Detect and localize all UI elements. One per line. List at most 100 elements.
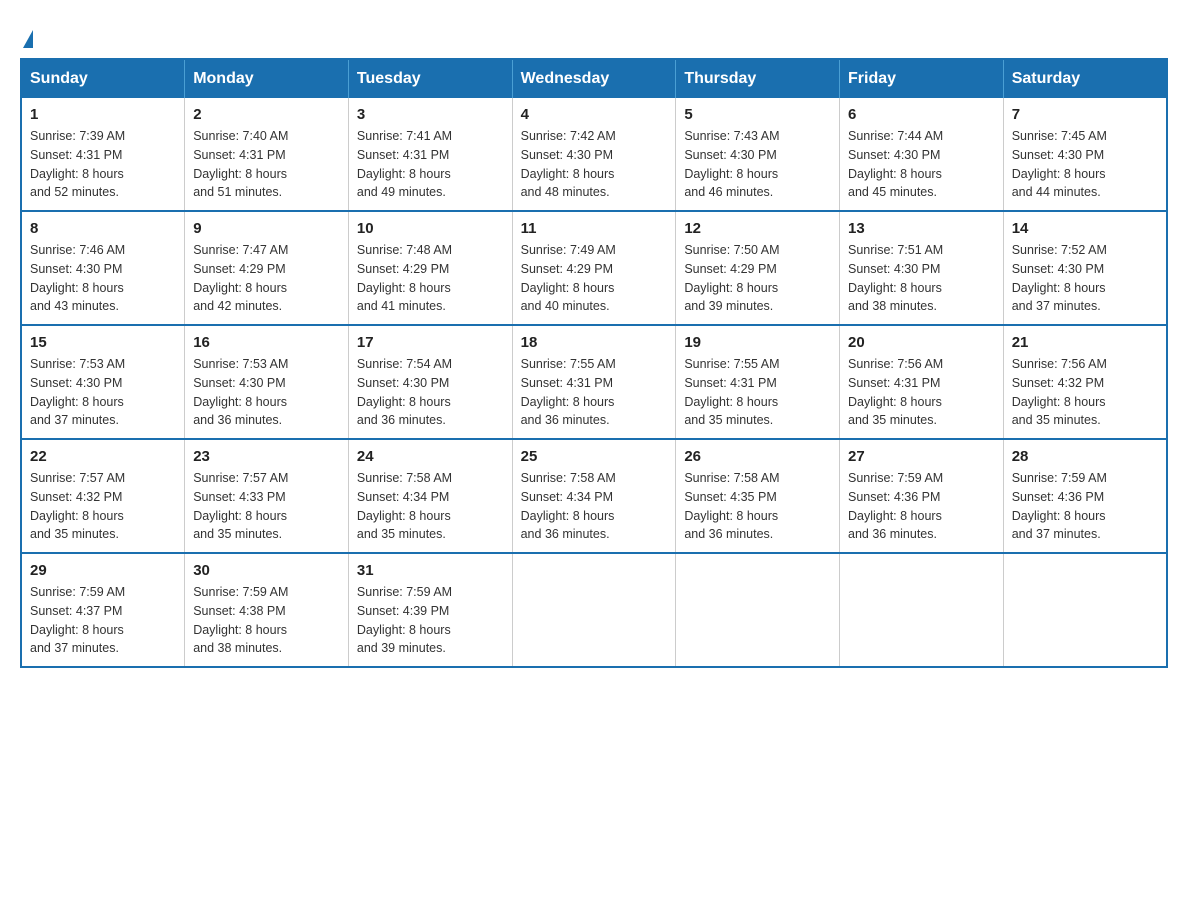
day-number: 23 <box>193 448 340 465</box>
calendar-cell <box>1003 553 1167 667</box>
calendar-cell: 12 Sunrise: 7:50 AMSunset: 4:29 PMDaylig… <box>676 211 840 325</box>
day-info: Sunrise: 7:52 AMSunset: 4:30 PMDaylight:… <box>1012 241 1158 316</box>
day-info: Sunrise: 7:50 AMSunset: 4:29 PMDaylight:… <box>684 241 831 316</box>
day-number: 19 <box>684 334 831 351</box>
day-number: 12 <box>684 220 831 237</box>
calendar-cell <box>840 553 1004 667</box>
calendar-week-row: 22 Sunrise: 7:57 AMSunset: 4:32 PMDaylig… <box>21 439 1167 553</box>
day-number: 9 <box>193 220 340 237</box>
calendar-cell: 11 Sunrise: 7:49 AMSunset: 4:29 PMDaylig… <box>512 211 676 325</box>
calendar-cell: 18 Sunrise: 7:55 AMSunset: 4:31 PMDaylig… <box>512 325 676 439</box>
day-number: 27 <box>848 448 995 465</box>
day-info: Sunrise: 7:48 AMSunset: 4:29 PMDaylight:… <box>357 241 504 316</box>
calendar-cell: 29 Sunrise: 7:59 AMSunset: 4:37 PMDaylig… <box>21 553 185 667</box>
day-header-friday: Friday <box>840 59 1004 98</box>
day-header-thursday: Thursday <box>676 59 840 98</box>
day-number: 26 <box>684 448 831 465</box>
day-info: Sunrise: 7:56 AMSunset: 4:32 PMDaylight:… <box>1012 355 1158 430</box>
day-number: 14 <box>1012 220 1158 237</box>
calendar-cell: 14 Sunrise: 7:52 AMSunset: 4:30 PMDaylig… <box>1003 211 1167 325</box>
calendar-cell: 15 Sunrise: 7:53 AMSunset: 4:30 PMDaylig… <box>21 325 185 439</box>
page-header <box>20 20 1168 48</box>
day-info: Sunrise: 7:51 AMSunset: 4:30 PMDaylight:… <box>848 241 995 316</box>
day-number: 18 <box>521 334 668 351</box>
day-info: Sunrise: 7:58 AMSunset: 4:35 PMDaylight:… <box>684 469 831 544</box>
day-info: Sunrise: 7:45 AMSunset: 4:30 PMDaylight:… <box>1012 127 1158 202</box>
calendar-cell: 17 Sunrise: 7:54 AMSunset: 4:30 PMDaylig… <box>348 325 512 439</box>
day-info: Sunrise: 7:39 AMSunset: 4:31 PMDaylight:… <box>30 127 176 202</box>
day-number: 21 <box>1012 334 1158 351</box>
calendar-cell: 24 Sunrise: 7:58 AMSunset: 4:34 PMDaylig… <box>348 439 512 553</box>
day-info: Sunrise: 7:58 AMSunset: 4:34 PMDaylight:… <box>357 469 504 544</box>
day-number: 31 <box>357 562 504 579</box>
day-number: 7 <box>1012 106 1158 123</box>
day-number: 30 <box>193 562 340 579</box>
day-info: Sunrise: 7:56 AMSunset: 4:31 PMDaylight:… <box>848 355 995 430</box>
day-info: Sunrise: 7:59 AMSunset: 4:37 PMDaylight:… <box>30 583 176 658</box>
day-number: 24 <box>357 448 504 465</box>
calendar-cell: 4 Sunrise: 7:42 AMSunset: 4:30 PMDayligh… <box>512 98 676 211</box>
calendar-cell: 25 Sunrise: 7:58 AMSunset: 4:34 PMDaylig… <box>512 439 676 553</box>
calendar-cell: 8 Sunrise: 7:46 AMSunset: 4:30 PMDayligh… <box>21 211 185 325</box>
day-number: 16 <box>193 334 340 351</box>
logo <box>20 20 33 48</box>
day-info: Sunrise: 7:46 AMSunset: 4:30 PMDaylight:… <box>30 241 176 316</box>
day-info: Sunrise: 7:44 AMSunset: 4:30 PMDaylight:… <box>848 127 995 202</box>
day-number: 8 <box>30 220 176 237</box>
calendar-cell: 1 Sunrise: 7:39 AMSunset: 4:31 PMDayligh… <box>21 98 185 211</box>
day-info: Sunrise: 7:40 AMSunset: 4:31 PMDaylight:… <box>193 127 340 202</box>
day-number: 17 <box>357 334 504 351</box>
day-info: Sunrise: 7:59 AMSunset: 4:39 PMDaylight:… <box>357 583 504 658</box>
calendar-week-row: 8 Sunrise: 7:46 AMSunset: 4:30 PMDayligh… <box>21 211 1167 325</box>
day-info: Sunrise: 7:57 AMSunset: 4:32 PMDaylight:… <box>30 469 176 544</box>
calendar-cell: 10 Sunrise: 7:48 AMSunset: 4:29 PMDaylig… <box>348 211 512 325</box>
day-info: Sunrise: 7:59 AMSunset: 4:38 PMDaylight:… <box>193 583 340 658</box>
day-number: 15 <box>30 334 176 351</box>
calendar-week-row: 1 Sunrise: 7:39 AMSunset: 4:31 PMDayligh… <box>21 98 1167 211</box>
calendar-cell: 5 Sunrise: 7:43 AMSunset: 4:30 PMDayligh… <box>676 98 840 211</box>
calendar-cell: 30 Sunrise: 7:59 AMSunset: 4:38 PMDaylig… <box>185 553 349 667</box>
day-number: 13 <box>848 220 995 237</box>
day-info: Sunrise: 7:54 AMSunset: 4:30 PMDaylight:… <box>357 355 504 430</box>
day-info: Sunrise: 7:58 AMSunset: 4:34 PMDaylight:… <box>521 469 668 544</box>
logo-triangle-icon <box>23 30 33 48</box>
calendar-cell: 21 Sunrise: 7:56 AMSunset: 4:32 PMDaylig… <box>1003 325 1167 439</box>
day-number: 22 <box>30 448 176 465</box>
day-number: 3 <box>357 106 504 123</box>
calendar-cell <box>512 553 676 667</box>
calendar-cell: 26 Sunrise: 7:58 AMSunset: 4:35 PMDaylig… <box>676 439 840 553</box>
calendar-cell: 16 Sunrise: 7:53 AMSunset: 4:30 PMDaylig… <box>185 325 349 439</box>
calendar-cell <box>676 553 840 667</box>
calendar-header-row: SundayMondayTuesdayWednesdayThursdayFrid… <box>21 59 1167 98</box>
day-number: 4 <box>521 106 668 123</box>
day-info: Sunrise: 7:57 AMSunset: 4:33 PMDaylight:… <box>193 469 340 544</box>
day-info: Sunrise: 7:59 AMSunset: 4:36 PMDaylight:… <box>848 469 995 544</box>
day-number: 20 <box>848 334 995 351</box>
calendar-cell: 28 Sunrise: 7:59 AMSunset: 4:36 PMDaylig… <box>1003 439 1167 553</box>
day-info: Sunrise: 7:47 AMSunset: 4:29 PMDaylight:… <box>193 241 340 316</box>
day-number: 10 <box>357 220 504 237</box>
day-info: Sunrise: 7:55 AMSunset: 4:31 PMDaylight:… <box>684 355 831 430</box>
day-number: 6 <box>848 106 995 123</box>
calendar-week-row: 15 Sunrise: 7:53 AMSunset: 4:30 PMDaylig… <box>21 325 1167 439</box>
day-number: 25 <box>521 448 668 465</box>
day-info: Sunrise: 7:42 AMSunset: 4:30 PMDaylight:… <box>521 127 668 202</box>
day-number: 28 <box>1012 448 1158 465</box>
day-number: 1 <box>30 106 176 123</box>
day-header-monday: Monday <box>185 59 349 98</box>
day-header-tuesday: Tuesday <box>348 59 512 98</box>
calendar-cell: 3 Sunrise: 7:41 AMSunset: 4:31 PMDayligh… <box>348 98 512 211</box>
calendar-cell: 22 Sunrise: 7:57 AMSunset: 4:32 PMDaylig… <box>21 439 185 553</box>
calendar-cell: 19 Sunrise: 7:55 AMSunset: 4:31 PMDaylig… <box>676 325 840 439</box>
calendar-cell: 6 Sunrise: 7:44 AMSunset: 4:30 PMDayligh… <box>840 98 1004 211</box>
calendar-cell: 7 Sunrise: 7:45 AMSunset: 4:30 PMDayligh… <box>1003 98 1167 211</box>
day-header-wednesday: Wednesday <box>512 59 676 98</box>
calendar-cell: 20 Sunrise: 7:56 AMSunset: 4:31 PMDaylig… <box>840 325 1004 439</box>
day-number: 2 <box>193 106 340 123</box>
day-info: Sunrise: 7:49 AMSunset: 4:29 PMDaylight:… <box>521 241 668 316</box>
calendar-cell: 23 Sunrise: 7:57 AMSunset: 4:33 PMDaylig… <box>185 439 349 553</box>
day-info: Sunrise: 7:59 AMSunset: 4:36 PMDaylight:… <box>1012 469 1158 544</box>
logo-general-line <box>20 20 33 48</box>
day-info: Sunrise: 7:41 AMSunset: 4:31 PMDaylight:… <box>357 127 504 202</box>
calendar-cell: 31 Sunrise: 7:59 AMSunset: 4:39 PMDaylig… <box>348 553 512 667</box>
